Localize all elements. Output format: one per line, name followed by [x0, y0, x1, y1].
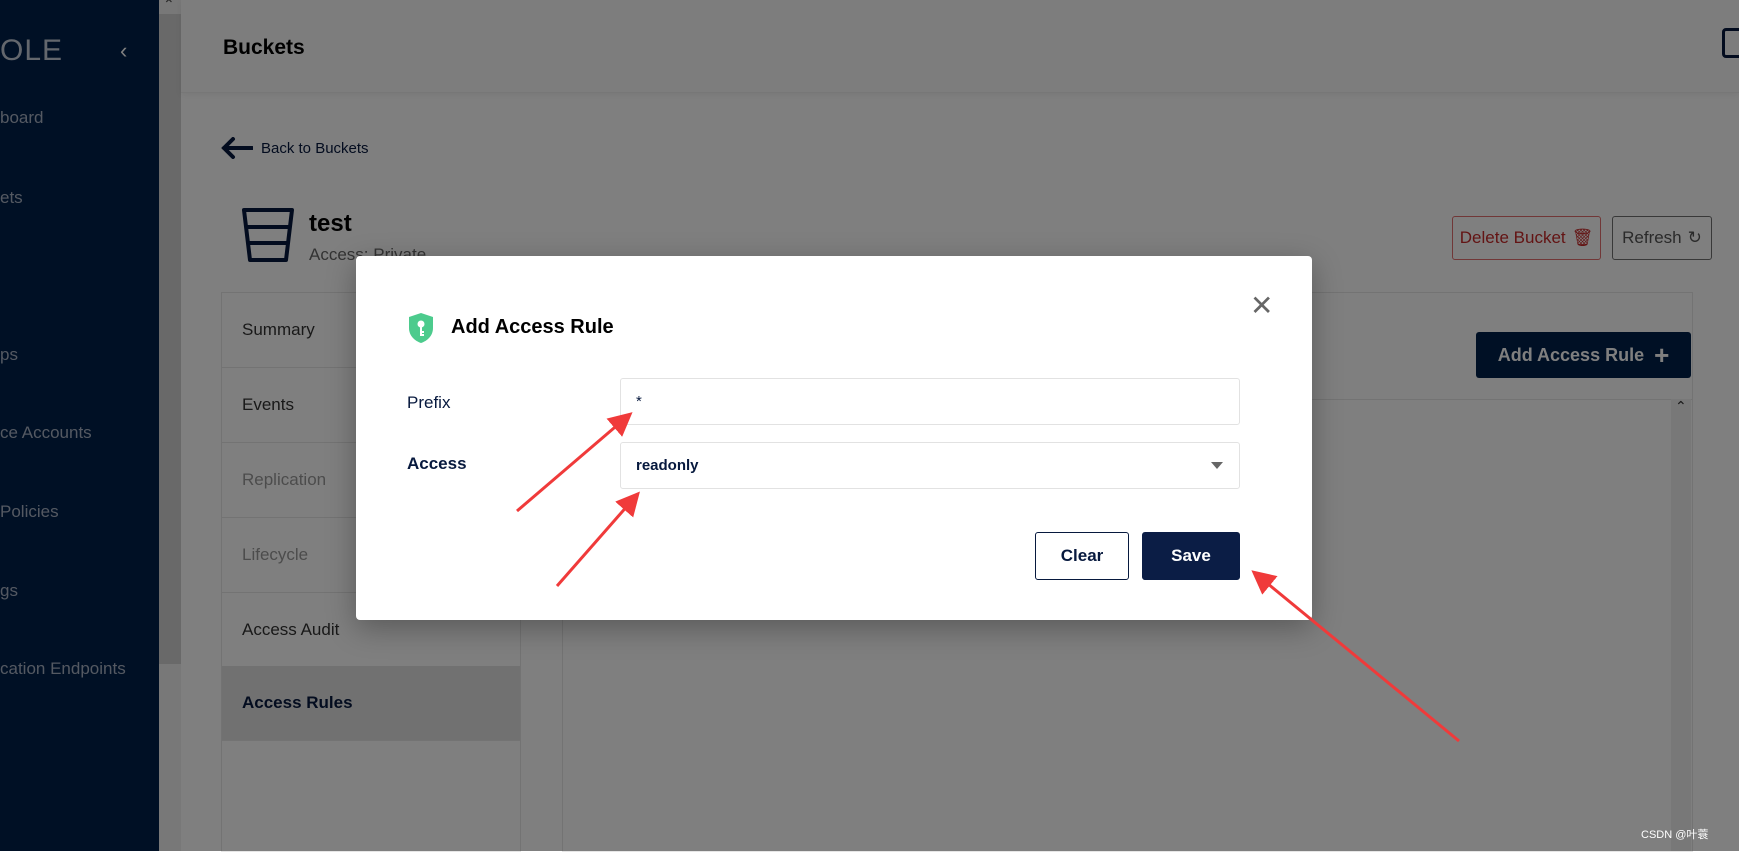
prefix-input[interactable]: * [620, 378, 1240, 425]
watermark: CSDN @叶蓑 [1641, 829, 1709, 841]
add-access-rule-dialog: Add Access Rule ✕ Prefix * Access readon… [356, 256, 1312, 620]
save-button[interactable]: Save [1142, 532, 1240, 580]
caret-down-icon [1211, 462, 1223, 469]
clear-button[interactable]: Clear [1035, 532, 1129, 580]
access-label: Access [407, 454, 467, 473]
close-icon[interactable]: ✕ [1250, 292, 1273, 320]
dialog-title: Add Access Rule [451, 316, 614, 338]
access-select[interactable]: readonly [620, 442, 1240, 489]
access-value: readonly [636, 457, 699, 474]
shield-key-icon [409, 313, 433, 343]
prefix-label: Prefix [407, 393, 451, 412]
